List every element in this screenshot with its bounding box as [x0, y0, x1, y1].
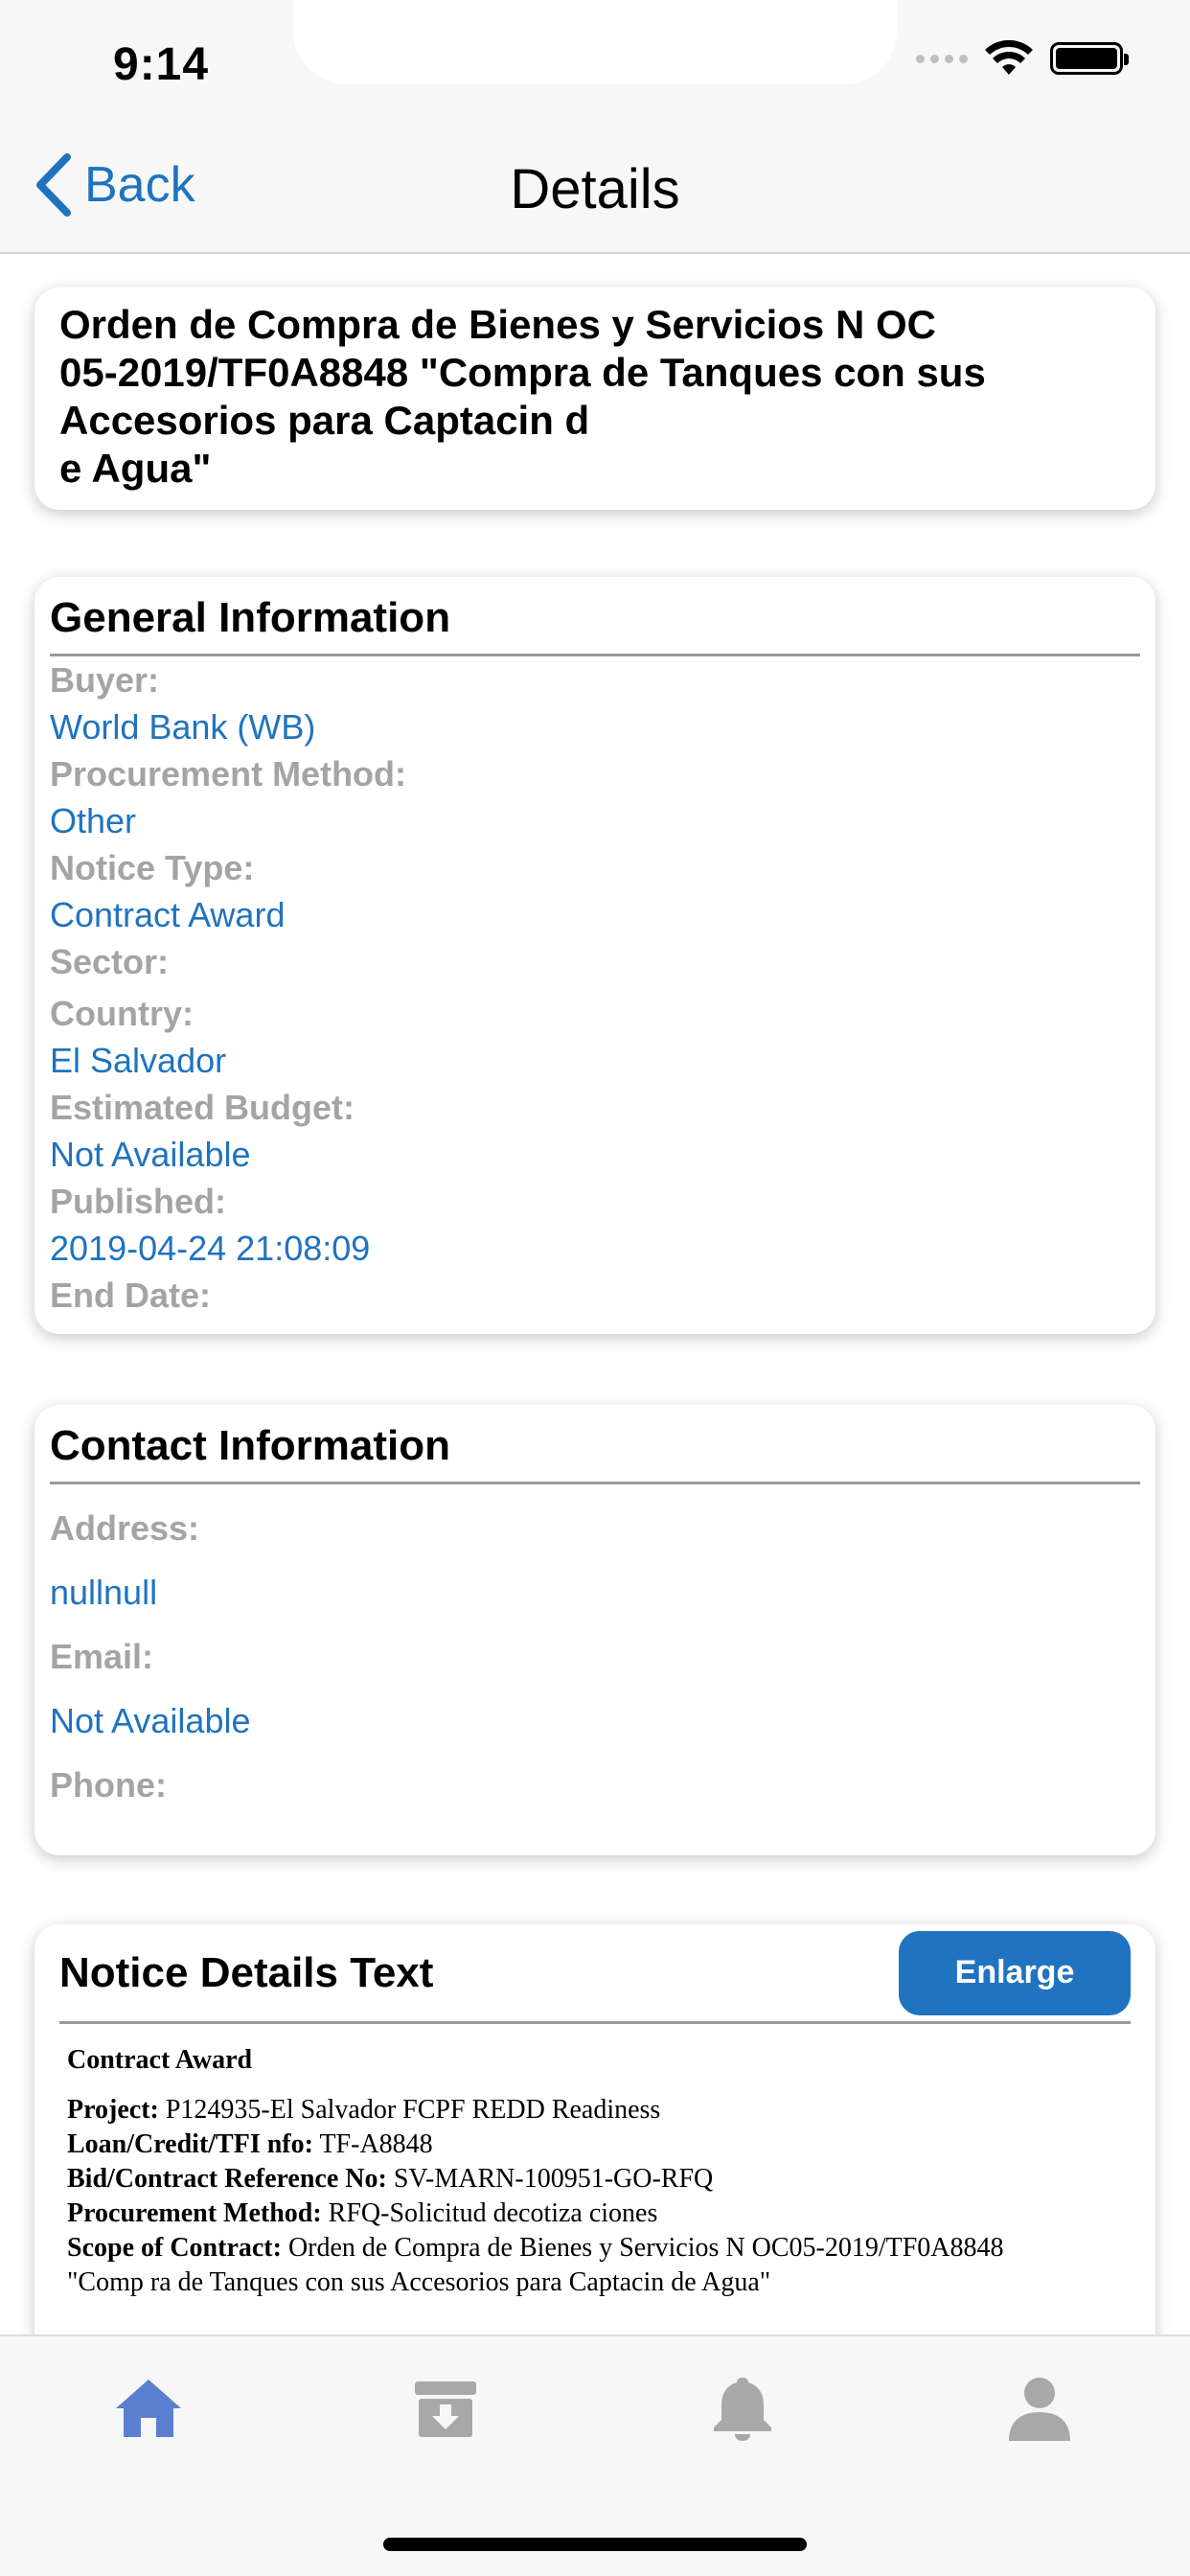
- detail-value: "Comp ra de Tanques con sus Accesorios p…: [67, 2267, 771, 2297]
- field-value: Not Available: [50, 1701, 251, 1740]
- field-label: Sector:: [50, 942, 170, 981]
- field-address: Address: nullnull: [50, 1496, 1140, 1624]
- detail-label: Scope of Contract:: [67, 2233, 282, 2263]
- field-country: Country: El Salvador: [50, 990, 1140, 1084]
- cellular-signal-icon: [916, 54, 968, 63]
- enlarge-button[interactable]: Enlarge: [899, 1930, 1131, 2015]
- field-phone: Phone:: [50, 1753, 1140, 1817]
- field-procurement-method: Procurement Method: Other: [50, 750, 1140, 844]
- status-time: 9:14: [113, 39, 210, 90]
- detail-label: Bid/Contract Reference No:: [67, 2164, 387, 2194]
- detail-line: "Comp ra de Tanques con sus Accesorios p…: [67, 2266, 1123, 2300]
- field-value: Contract Award: [50, 895, 286, 934]
- detail-label: Project:: [67, 2095, 159, 2125]
- page-title: Details: [510, 158, 680, 220]
- detail-line: Scope of Contract: Orden de Compra de Bi…: [67, 2231, 1123, 2266]
- field-value: 2019-04-24 21:08:09: [50, 1229, 371, 1268]
- field-label: Estimated Budget:: [50, 1088, 355, 1127]
- tab-profile[interactable]: [987, 2356, 1092, 2461]
- top-bar: 9:14 Back Details: [0, 0, 1190, 254]
- field-label: End Date:: [50, 1276, 212, 1315]
- wifi-icon: [985, 40, 1033, 75]
- field-value: nullnull: [50, 1573, 158, 1612]
- field-label: Procurement Method:: [50, 754, 407, 794]
- home-icon: [116, 2380, 181, 2437]
- field-value: Other: [50, 801, 137, 840]
- field-sector: Sector:: [50, 938, 1140, 990]
- field-label: Email:: [50, 1637, 154, 1676]
- section-title-contact: Contact Information: [50, 1418, 1140, 1484]
- notice-title: Orden de Compra de Bienes y Servicios N …: [59, 302, 986, 491]
- notice-details-header: Notice Details Text Enlarge: [59, 1924, 1131, 2024]
- contact-information-card: Contact Information Address: nullnull Em…: [34, 1405, 1156, 1855]
- tab-archive[interactable]: [393, 2356, 498, 2461]
- field-email: Email: Not Available: [50, 1624, 1140, 1753]
- person-icon: [1009, 2378, 1070, 2441]
- section-title-general: General Information: [50, 590, 1140, 656]
- field-notice-type: Notice Type: Contract Award: [50, 844, 1140, 938]
- field-label: Address:: [50, 1508, 200, 1548]
- field-value: El Salvador: [50, 1041, 227, 1080]
- field-end-date: End Date:: [50, 1272, 1140, 1319]
- field-value: Not Available: [50, 1135, 251, 1174]
- home-indicator: [383, 2538, 807, 2551]
- field-buyer: Buyer: World Bank (WB): [50, 656, 1140, 750]
- field-value: World Bank (WB): [50, 707, 316, 747]
- detail-value: TF-A8848: [319, 2129, 433, 2159]
- field-label: Country:: [50, 994, 194, 1033]
- tab-notifications[interactable]: [690, 2356, 795, 2461]
- field-label: Phone:: [50, 1765, 167, 1805]
- general-information-card: General Information Buyer: World Bank (W…: [34, 577, 1156, 1334]
- battery-icon: [1050, 42, 1129, 75]
- archive-icon: [415, 2381, 476, 2437]
- detail-value: Orden de Compra de Bienes y Servicios N …: [287, 2233, 1004, 2263]
- detail-line: Procurement Method: RFQ-Solicitud decoti…: [67, 2196, 1123, 2231]
- bell-icon: [714, 2378, 771, 2441]
- device-notch: [293, 0, 897, 84]
- notice-title-card: Orden de Compra de Bienes y Servicios N …: [34, 288, 1156, 510]
- notice-details-body: Contract Award Project: P124935-El Salva…: [59, 2045, 1131, 2300]
- field-label: Notice Type:: [50, 848, 255, 887]
- detail-label: Loan/Credit/TFI nfo:: [67, 2129, 313, 2159]
- notice-details-heading: Contract Award: [67, 2045, 253, 2075]
- status-icons: [916, 40, 1129, 77]
- field-label: Published:: [50, 1182, 227, 1221]
- detail-line: Loan/Credit/TFI nfo: TF-A8848: [67, 2128, 1123, 2162]
- field-published: Published: 2019-04-24 21:08:09: [50, 1178, 1140, 1272]
- detail-line: Project: P124935-El Salvador FCPF REDD R…: [67, 2093, 1123, 2128]
- field-estimated-budget: Estimated Budget: Not Available: [50, 1084, 1140, 1178]
- tab-home[interactable]: [96, 2356, 201, 2461]
- section-title-notice-details: Notice Details Text: [59, 1948, 434, 1996]
- field-label: Buyer:: [50, 660, 160, 700]
- detail-value: SV-MARN-100951-GO-RFQ: [393, 2164, 714, 2194]
- detail-label: Procurement Method:: [67, 2198, 322, 2228]
- detail-value: RFQ-Solicitud decotiza ciones: [328, 2198, 658, 2228]
- detail-line: Bid/Contract Reference No: SV-MARN-10095…: [67, 2162, 1123, 2196]
- detail-value: P124935-El Salvador FCPF REDD Readiness: [165, 2095, 661, 2125]
